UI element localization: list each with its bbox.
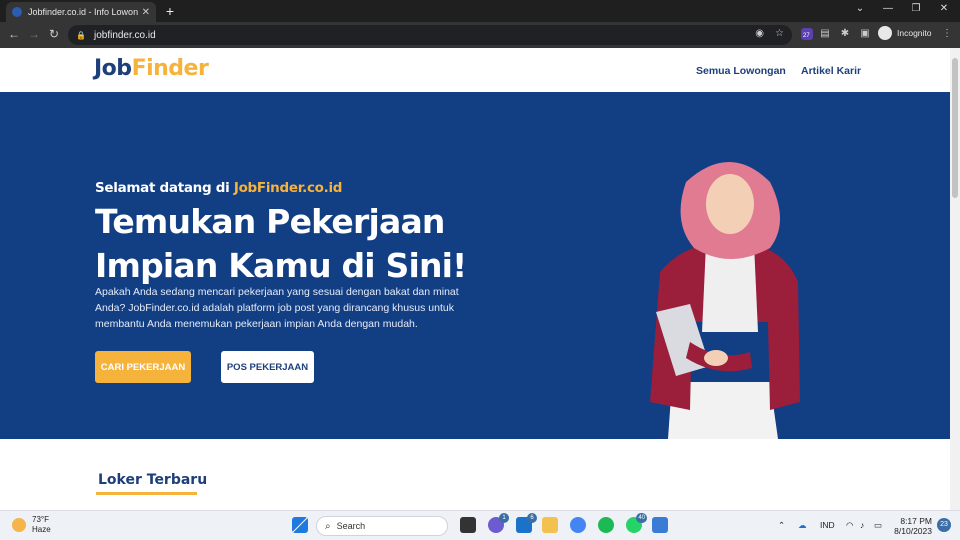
hero-description: Apakah Anda sedang mencari pekerjaan yan… [95, 286, 459, 330]
spotify-icon[interactable] [598, 517, 614, 533]
browser-menu-icon[interactable]: ⋮ [940, 28, 954, 39]
logo-part-finder: Finder [131, 56, 209, 81]
tab-title: Jobfinder.co.id - Info Lowongan K [28, 7, 138, 17]
back-icon[interactable]: ← [6, 27, 22, 41]
clock-date: 8/10/2023 [894, 526, 932, 536]
site-header: JobFinder Semua Lowongan Artikel Karir [0, 48, 950, 92]
bookmark-star-icon[interactable]: ☆ [775, 28, 784, 39]
clock[interactable]: 8:17 PM 8/10/2023 [894, 516, 932, 536]
temperature: 73°F [32, 515, 49, 524]
teams-chat-icon[interactable]: 1 [488, 513, 509, 533]
extension-icon[interactable]: 27 [800, 28, 814, 43]
section-title-underline [96, 492, 197, 495]
logo-part-job: Job [94, 56, 132, 81]
notification-badge[interactable]: 23 [937, 518, 951, 532]
hero-section: Selamat datang di JobFinder.co.id Temuka… [0, 92, 950, 439]
incognito-indicator[interactable]: Incognito [878, 26, 932, 40]
lock-icon[interactable]: 🔒 [76, 31, 86, 40]
welcome-text: Selamat datang di JobFinder.co.id [95, 180, 342, 196]
headline-line-2: Impian Kamu di Sini! [95, 246, 467, 285]
close-window-icon[interactable]: ✕ [934, 3, 954, 14]
page-scrollbar[interactable] [950, 48, 960, 510]
start-menu-icon[interactable] [292, 517, 308, 533]
mail-icon[interactable]: 6 [516, 513, 537, 533]
browser-toolbar: ← → ↻ 🔒 jobfinder.co.id ☆ ◉ 27 ▤ ✱ ▣ Inc… [0, 22, 960, 48]
side-panel-icon[interactable]: ▣ [858, 28, 872, 39]
restore-icon[interactable]: ❐ [906, 3, 926, 14]
nav-semua-lowongan[interactable]: Semua Lowongan [696, 65, 786, 77]
incognito-label: Incognito [897, 28, 932, 38]
wifi-icon[interactable]: ◠ [846, 520, 853, 531]
whatsapp-icon[interactable]: 40 [626, 513, 647, 533]
tab-search-icon[interactable]: ⌄ [850, 3, 870, 14]
weather-haze-icon [12, 518, 26, 532]
minimize-icon[interactable]: — [878, 3, 898, 14]
site-logo[interactable]: JobFinder [94, 56, 209, 81]
windows-taskbar: 73°F Haze ⌕ Search 1 6 40 ⌃ ☁ IND ◠ ♪ ▭ … [0, 510, 960, 540]
cari-pekerjaan-button[interactable]: CARI PEKERJAAN [95, 351, 191, 383]
section-title: Loker Terbaru [98, 472, 208, 488]
document-extension-icon[interactable]: ▤ [818, 28, 832, 39]
weather-widget[interactable]: 73°F Haze [12, 515, 51, 535]
file-explorer-icon[interactable] [542, 517, 558, 533]
volume-icon[interactable]: ♪ [860, 520, 864, 530]
headline-line-1: Temukan Pekerjaan [95, 202, 445, 241]
site-favicon-icon [12, 7, 22, 17]
address-bar[interactable]: 🔒 jobfinder.co.id ☆ ◉ [68, 25, 792, 45]
pos-pekerjaan-button[interactable]: POS PEKERJAAN [221, 351, 314, 383]
close-tab-icon[interactable]: ✕ [142, 7, 150, 18]
task-view-icon[interactable] [460, 517, 476, 533]
taskbar-search[interactable]: ⌕ Search [316, 516, 448, 536]
incognito-icon [878, 26, 892, 40]
forward-icon[interactable]: → [26, 27, 42, 41]
tracking-off-icon[interactable]: ◉ [755, 28, 764, 39]
extensions-puzzle-icon[interactable]: ✱ [838, 28, 852, 39]
browser-tab-bar: Jobfinder.co.id - Info Lowongan K ✕ + ⌄ … [0, 0, 960, 22]
reload-icon[interactable]: ↻ [46, 27, 62, 41]
app-icon[interactable] [652, 517, 668, 533]
chrome-icon[interactable] [570, 517, 586, 533]
clock-time: 8:17 PM [900, 516, 932, 526]
new-tab-button[interactable]: + [162, 3, 178, 19]
weather-condition: Haze [32, 525, 51, 534]
hero-headline: Temukan Pekerjaan Impian Kamu di Sini! [95, 200, 515, 288]
language-indicator[interactable]: IND [820, 520, 835, 530]
onedrive-icon[interactable]: ☁ [798, 520, 807, 531]
welcome-prefix: Selamat datang di [95, 180, 234, 196]
search-icon: ⌕ [325, 520, 331, 532]
tray-overflow-icon[interactable]: ⌃ [778, 520, 785, 531]
scrollbar-thumb[interactable] [952, 58, 958, 198]
welcome-brand: JobFinder.co.id [233, 180, 343, 196]
search-placeholder: Search [336, 521, 366, 531]
browser-tab[interactable]: Jobfinder.co.id - Info Lowongan K ✕ [6, 2, 156, 22]
hero-person-image [650, 162, 800, 439]
battery-icon[interactable]: ▭ [874, 520, 882, 531]
web-page: JobFinder Semua Lowongan Artikel Karir S… [0, 48, 950, 510]
nav-artikel-karir[interactable]: Artikel Karir [801, 65, 861, 77]
url-text: jobfinder.co.id [93, 29, 156, 41]
